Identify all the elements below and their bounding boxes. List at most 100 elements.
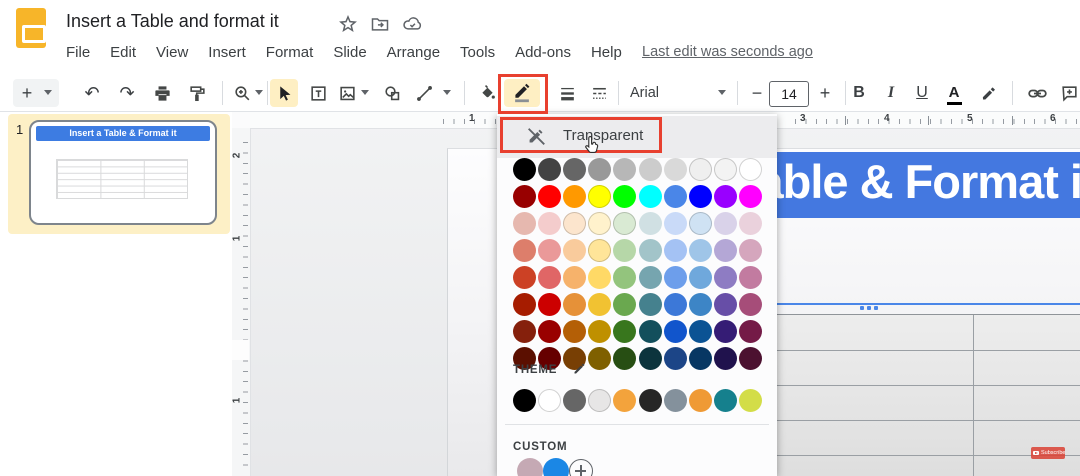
theme-color-swatch[interactable] — [714, 389, 737, 412]
highlight-color-button[interactable] — [975, 80, 1001, 106]
color-swatch[interactable] — [639, 239, 662, 262]
color-swatch[interactable] — [613, 185, 636, 208]
color-swatch[interactable] — [714, 293, 737, 316]
color-swatch[interactable] — [664, 212, 687, 235]
color-swatch[interactable] — [639, 266, 662, 289]
color-swatch[interactable] — [689, 158, 712, 181]
color-swatch[interactable] — [538, 266, 561, 289]
zoom-caret-icon[interactable] — [255, 90, 263, 95]
table-drag-handle[interactable] — [860, 306, 880, 311]
color-swatch[interactable] — [739, 293, 762, 316]
edit-theme-colors-icon[interactable] — [572, 361, 587, 376]
color-swatch[interactable] — [538, 239, 561, 262]
custom-color-swatch[interactable] — [517, 458, 543, 476]
theme-color-swatch[interactable] — [538, 389, 561, 412]
add-custom-color-button[interactable] — [569, 459, 593, 476]
color-swatch[interactable] — [538, 158, 561, 181]
color-swatch[interactable] — [664, 158, 687, 181]
color-swatch[interactable] — [689, 347, 712, 370]
menu-addons[interactable]: Add-ons — [515, 44, 571, 61]
color-swatch[interactable] — [513, 239, 536, 262]
undo-button[interactable]: ↶ — [79, 80, 105, 106]
new-slide-caret-icon[interactable] — [44, 90, 52, 95]
menu-view[interactable]: View — [156, 44, 188, 61]
border-weight-button[interactable] — [554, 80, 580, 106]
color-swatch[interactable] — [664, 185, 687, 208]
color-swatch[interactable] — [714, 212, 737, 235]
color-swatch[interactable] — [739, 185, 762, 208]
color-swatch[interactable] — [563, 320, 586, 343]
theme-color-swatch[interactable] — [588, 389, 611, 412]
color-swatch[interactable] — [563, 185, 586, 208]
color-swatch[interactable] — [689, 212, 712, 235]
color-swatch[interactable] — [513, 293, 536, 316]
menu-tools[interactable]: Tools — [460, 44, 495, 61]
color-swatch[interactable] — [739, 347, 762, 370]
color-swatch[interactable] — [613, 320, 636, 343]
menu-help[interactable]: Help — [591, 44, 622, 61]
color-swatch[interactable] — [613, 347, 636, 370]
theme-color-swatch[interactable] — [739, 389, 762, 412]
menu-slide[interactable]: Slide — [333, 44, 366, 61]
last-edit-link[interactable]: Last edit was seconds ago — [642, 44, 813, 60]
font-family-caret-icon[interactable] — [718, 90, 726, 95]
color-swatch[interactable] — [689, 185, 712, 208]
color-swatch[interactable] — [714, 158, 737, 181]
border-dash-button[interactable] — [586, 80, 612, 106]
color-swatch[interactable] — [513, 320, 536, 343]
theme-color-swatch[interactable] — [513, 389, 536, 412]
document-title[interactable]: Insert a Table and format it — [66, 11, 279, 32]
color-swatch[interactable] — [639, 293, 662, 316]
color-swatch[interactable] — [664, 266, 687, 289]
redo-button[interactable]: ↷ — [114, 80, 140, 106]
add-comment-button[interactable] — [1056, 80, 1080, 106]
font-size-increase-button[interactable]: + — [812, 80, 838, 106]
zoom-button[interactable] — [229, 80, 255, 106]
color-swatch[interactable] — [714, 320, 737, 343]
color-swatch[interactable] — [714, 347, 737, 370]
color-swatch[interactable] — [513, 158, 536, 181]
color-swatch[interactable] — [588, 293, 611, 316]
color-swatch[interactable] — [588, 347, 611, 370]
theme-color-swatch[interactable] — [689, 389, 712, 412]
color-swatch[interactable] — [613, 158, 636, 181]
color-swatch[interactable] — [664, 320, 687, 343]
slides-logo-icon[interactable] — [16, 8, 46, 48]
italic-button[interactable]: I — [878, 80, 904, 106]
font-size-decrease-button[interactable]: − — [744, 80, 770, 106]
color-swatch[interactable] — [613, 212, 636, 235]
insert-link-button[interactable] — [1024, 80, 1050, 106]
color-swatch[interactable] — [538, 185, 561, 208]
color-swatch[interactable] — [739, 320, 762, 343]
color-swatch[interactable] — [689, 293, 712, 316]
color-swatch[interactable] — [664, 239, 687, 262]
color-swatch[interactable] — [639, 158, 662, 181]
color-swatch[interactable] — [588, 266, 611, 289]
color-swatch[interactable] — [664, 293, 687, 316]
insert-line-caret-icon[interactable] — [443, 90, 451, 95]
color-swatch[interactable] — [588, 320, 611, 343]
color-swatch[interactable] — [739, 266, 762, 289]
star-icon[interactable] — [338, 14, 358, 34]
color-swatch[interactable] — [538, 293, 561, 316]
new-slide-button[interactable]: + — [14, 80, 40, 106]
menu-arrange[interactable]: Arrange — [387, 44, 440, 61]
color-swatch[interactable] — [664, 347, 687, 370]
color-swatch[interactable] — [563, 158, 586, 181]
slide-thumbnail[interactable]: Insert a Table & Format it — [29, 120, 217, 225]
insert-image-caret-icon[interactable] — [361, 90, 369, 95]
color-swatch[interactable] — [538, 320, 561, 343]
color-swatch[interactable] — [639, 347, 662, 370]
text-box-button[interactable] — [305, 80, 331, 106]
color-swatch[interactable] — [689, 320, 712, 343]
color-swatch[interactable] — [714, 266, 737, 289]
color-swatch[interactable] — [613, 293, 636, 316]
paint-format-button[interactable] — [184, 80, 210, 106]
color-swatch[interactable] — [588, 185, 611, 208]
color-swatch[interactable] — [513, 266, 536, 289]
theme-color-swatch[interactable] — [613, 389, 636, 412]
menu-format[interactable]: Format — [266, 44, 314, 61]
cloud-saved-icon[interactable] — [402, 14, 422, 34]
theme-color-swatch[interactable] — [563, 389, 586, 412]
move-to-folder-icon[interactable] — [370, 14, 390, 34]
